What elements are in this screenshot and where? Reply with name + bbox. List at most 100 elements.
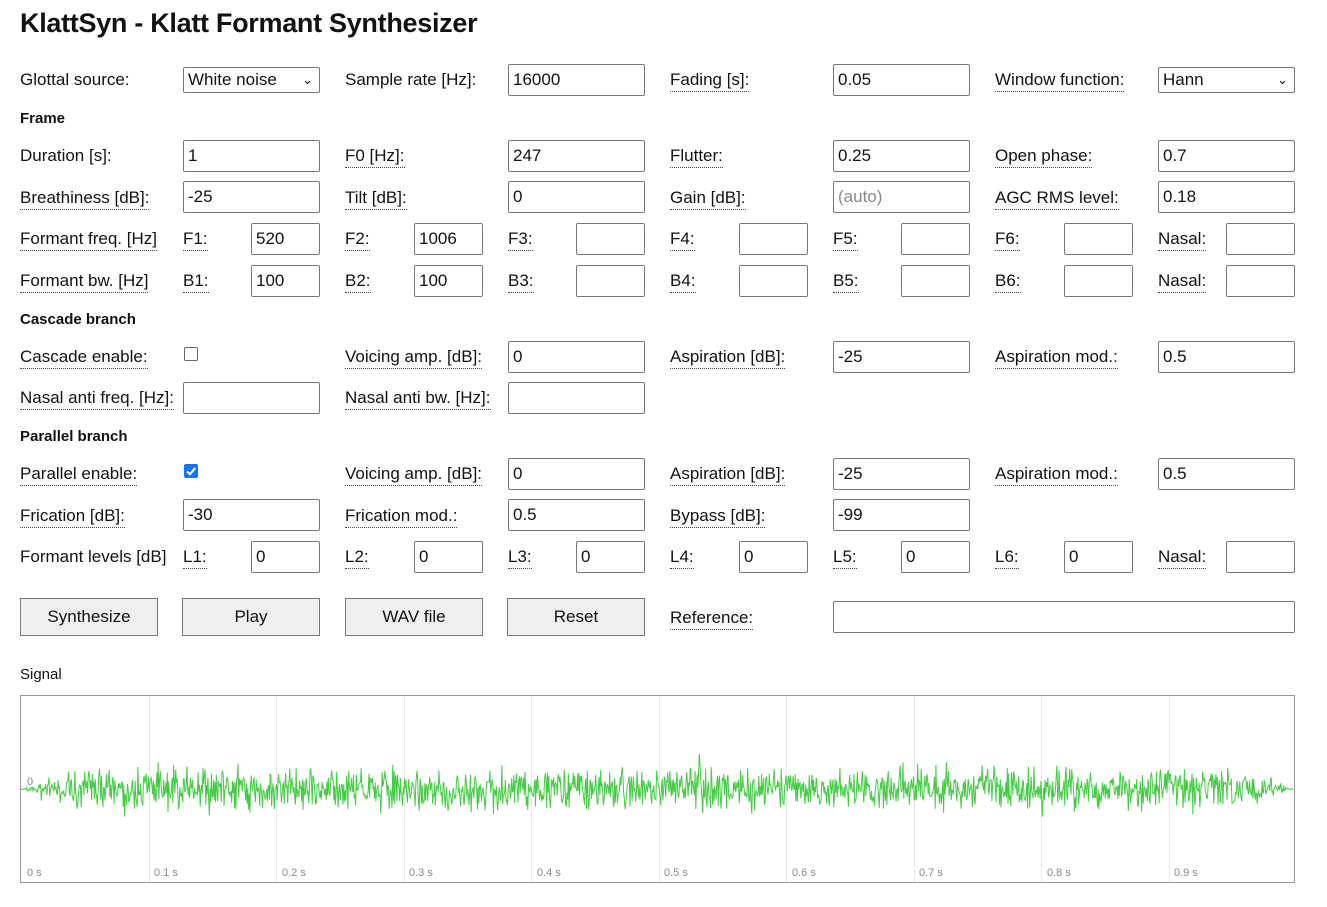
l2-input[interactable] (414, 541, 483, 573)
parallel-aspiration-input[interactable] (833, 458, 970, 490)
nasal-level-input[interactable] (1226, 541, 1295, 573)
nasal-anti-bw-label: Nasal anti bw. [Hz]: (345, 387, 491, 410)
tilt-input[interactable] (508, 181, 645, 213)
frication-mod-input[interactable] (508, 499, 645, 531)
wav-file-button[interactable]: WAV file (345, 598, 483, 636)
l6-label: L6: (995, 546, 1019, 569)
time-label: 0.3 s (409, 867, 433, 879)
formant-levels-label: Formant levels [dB] (20, 547, 167, 566)
open-phase-label: Open phase: (995, 145, 1093, 168)
l5-input[interactable] (901, 541, 970, 573)
frication-input[interactable] (183, 499, 320, 531)
b4-input[interactable] (739, 265, 808, 297)
fading-input[interactable] (833, 64, 970, 96)
bypass-input[interactable] (833, 499, 970, 531)
reference-input[interactable] (833, 601, 1295, 633)
b5-label: B5: (833, 270, 859, 293)
l5-label: L5: (833, 546, 857, 569)
b5-input[interactable] (901, 265, 970, 297)
formant-freq-label: Formant freq. [Hz] (20, 228, 157, 251)
b4-label: B4: (670, 270, 696, 293)
b3-input[interactable] (576, 265, 645, 297)
parallel-aspiration-label: Aspiration [dB]: (670, 463, 786, 486)
l1-input[interactable] (251, 541, 320, 573)
f6-input[interactable] (1064, 223, 1133, 255)
f0-label: F0 [Hz]: (345, 145, 405, 168)
cascade-enable-label: Cascade enable: (20, 346, 148, 369)
l4-input[interactable] (739, 541, 808, 573)
b2-input[interactable] (414, 265, 483, 297)
parallel-enable-checkbox[interactable] (184, 464, 198, 478)
signal-plot[interactable]: 0 0 s 0.1 s 0.2 s 0.3 s 0.4 s 0.5 s 0.6 … (20, 695, 1295, 883)
waveform-path (21, 753, 1294, 817)
time-label: 0.7 s (919, 867, 943, 879)
l3-label: L3: (508, 546, 532, 569)
time-label: 0.9 s (1174, 867, 1198, 879)
nasal-freq-label: Nasal: (1158, 228, 1207, 251)
sample-rate-label: Sample rate [Hz]: (345, 70, 477, 89)
l1-label: L1: (183, 546, 207, 569)
b3-label: B3: (508, 270, 534, 293)
f0-input[interactable] (508, 140, 645, 172)
duration-label: Duration [s]: (20, 146, 112, 165)
nasal-bw-input[interactable] (1226, 265, 1295, 297)
f4-label: F4: (670, 228, 695, 251)
b2-label: B2: (345, 270, 371, 293)
cascade-aspiration-mod-input[interactable] (1158, 341, 1295, 373)
f1-label: F1: (183, 228, 208, 251)
glottal-source-select[interactable]: White noise ⌄ (183, 67, 320, 93)
parallel-heading: Parallel branch (20, 428, 128, 445)
f6-label: F6: (995, 228, 1020, 251)
flutter-input[interactable] (833, 140, 970, 172)
nasal-level-label: Nasal: (1158, 546, 1207, 569)
b1-label: B1: (183, 270, 209, 293)
window-function-select[interactable]: Hann ⌄ (1158, 67, 1295, 93)
f2-input[interactable] (414, 223, 483, 255)
duration-input[interactable] (183, 140, 320, 172)
glottal-source-label: Glottal source: (20, 70, 130, 89)
checkmark-icon (186, 467, 196, 476)
fading-label: Fading [s]: (670, 69, 750, 92)
nasal-anti-freq-label: Nasal anti freq. [Hz]: (20, 387, 175, 410)
window-function-value: Hann (1163, 70, 1204, 89)
open-phase-input[interactable] (1158, 140, 1295, 172)
time-label: 0.8 s (1047, 867, 1071, 879)
sample-rate-input[interactable] (508, 64, 645, 96)
time-label: 0.1 s (154, 867, 178, 879)
synthesize-button[interactable]: Synthesize (20, 598, 158, 636)
f1-input[interactable] (251, 223, 320, 255)
time-label: 0.6 s (792, 867, 816, 879)
b6-input[interactable] (1064, 265, 1133, 297)
gain-input[interactable] (833, 181, 970, 213)
page-title: KlattSyn - Klatt Formant Synthesizer (20, 8, 478, 38)
chevron-down-icon: ⌄ (302, 72, 313, 87)
parallel-aspiration-mod-input[interactable] (1158, 458, 1295, 490)
bypass-label: Bypass [dB]: (670, 505, 766, 528)
f3-input[interactable] (576, 223, 645, 255)
l6-input[interactable] (1064, 541, 1133, 573)
cascade-enable-checkbox[interactable] (184, 347, 198, 361)
signal-heading: Signal (20, 666, 62, 683)
formant-bw-label: Formant bw. [Hz] (20, 270, 149, 293)
breathiness-input[interactable] (183, 181, 320, 213)
f3-label: F3: (508, 228, 533, 251)
nasal-freq-input[interactable] (1226, 223, 1295, 255)
f4-input[interactable] (739, 223, 808, 255)
frication-label: Frication [dB]: (20, 505, 125, 528)
f5-input[interactable] (901, 223, 970, 255)
agc-rms-input[interactable] (1158, 181, 1295, 213)
b1-input[interactable] (251, 265, 320, 297)
cascade-voicing-amp-input[interactable] (508, 341, 645, 373)
play-button[interactable]: Play (182, 598, 320, 636)
l3-input[interactable] (576, 541, 645, 573)
waveform (21, 753, 1294, 817)
cascade-aspiration-input[interactable] (833, 341, 970, 373)
time-label: 0.4 s (537, 867, 561, 879)
reset-button[interactable]: Reset (507, 598, 645, 636)
l4-label: L4: (670, 546, 694, 569)
parallel-voicing-amp-input[interactable] (508, 458, 645, 490)
nasal-anti-bw-input[interactable] (508, 382, 645, 414)
cascade-aspiration-mod-label: Aspiration mod.: (995, 346, 1118, 369)
nasal-anti-freq-input[interactable] (183, 382, 320, 414)
chevron-down-icon: ⌄ (1277, 72, 1288, 87)
